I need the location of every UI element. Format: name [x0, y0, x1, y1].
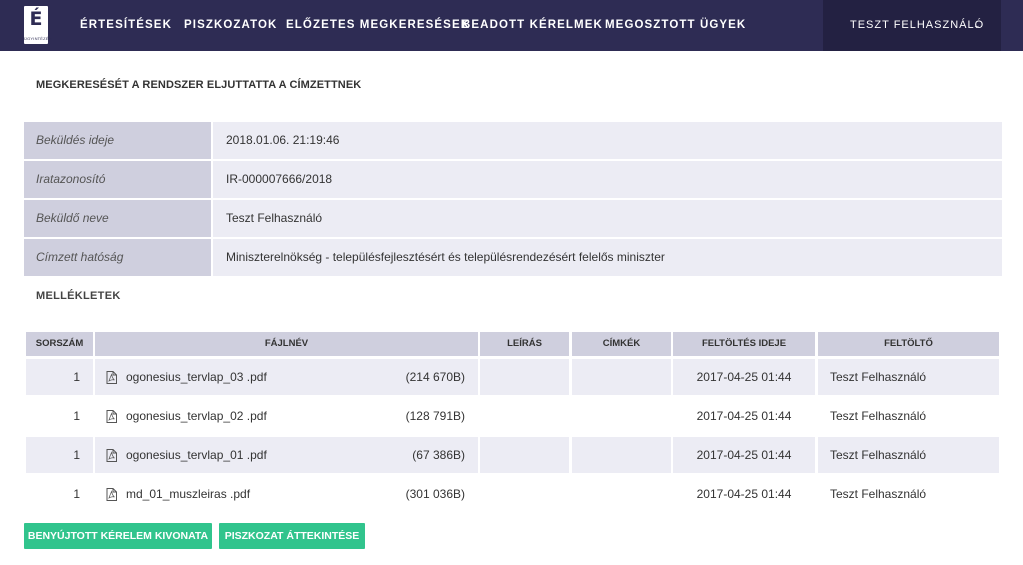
column-header-number[interactable]: Sorszám: [26, 332, 93, 356]
chevron-down-icon: ⌄: [973, 20, 982, 30]
logo-letter: É: [29, 8, 43, 30]
info-value: Teszt Felhasználó: [213, 200, 1002, 237]
info-label: Címzett hatóság: [24, 239, 211, 276]
info-row-sender-name: Beküldő neve Teszt Felhasználó: [24, 200, 1002, 237]
row-number: 1: [26, 437, 93, 473]
info-row-recipient-authority: Címzett hatóság Miniszterelnökség - tele…: [24, 239, 1002, 276]
file-size: (128 791B): [405, 409, 465, 423]
info-row-document-id: Iratazonosító IR-000007666/2018: [24, 161, 1002, 198]
nav-item-drafts[interactable]: Piszkozatok: [184, 0, 277, 51]
user-name: Teszt Felhasználó: [850, 19, 985, 31]
file-link[interactable]: ogonesius_tervlap_01 .pdf: [126, 437, 376, 473]
row-number: 1: [73, 409, 80, 423]
upload-time: 2017-04-25 01:44: [696, 409, 792, 423]
request-summary-button[interactable]: Benyújtott kérelem kivonata: [24, 523, 212, 549]
review-draft-button[interactable]: Piszkozat áttekintése: [219, 523, 365, 549]
user-menu[interactable]: Teszt Felhasználó ⌄: [823, 0, 1001, 51]
column-header-upload-time[interactable]: Feltöltés ideje: [673, 332, 815, 356]
row-number: 1: [73, 487, 80, 501]
info-value: 2018.01.06. 21:19:46: [213, 122, 1002, 159]
upload-time: 2017-04-25 01:44: [673, 437, 815, 473]
column-header-tags[interactable]: Címkék: [572, 332, 671, 356]
uploader: Teszt Felhasználó: [830, 409, 927, 423]
app-logo[interactable]: É ÜGYINTÉZÉSI: [24, 6, 53, 44]
pdf-file-icon: [106, 410, 117, 423]
info-value: IR-000007666/2018: [213, 161, 1002, 198]
tags-cell: [572, 398, 671, 434]
file-size: (214 670B): [405, 370, 465, 384]
nav-item-submitted-requests[interactable]: Beadott kérelmek: [462, 0, 603, 51]
pdf-file-icon: [106, 371, 117, 384]
info-label: Beküldés ideje: [24, 122, 211, 159]
file-link[interactable]: ogonesius_tervlap_02 .pdf: [126, 398, 376, 434]
nav-item-notifications[interactable]: Értesítések: [80, 0, 172, 51]
file-size: (67 386B): [412, 448, 465, 462]
info-label: Iratazonosító: [24, 161, 211, 198]
uploader: Teszt Felhasználó: [830, 487, 927, 501]
nav-item-shared-cases[interactable]: Megosztott ügyek: [605, 0, 746, 51]
description-cell: [480, 437, 569, 473]
file-link[interactable]: md_01_muszleiras .pdf: [126, 476, 376, 512]
upload-time: 2017-04-25 01:44: [673, 359, 815, 395]
column-header-uploader[interactable]: Feltöltő: [818, 332, 999, 356]
file-link[interactable]: ogonesius_tervlap_03 .pdf: [126, 359, 376, 395]
attachments-section-title: Mellékletek: [36, 290, 121, 302]
pdf-file-icon: [106, 449, 117, 462]
description-cell: [480, 476, 569, 512]
tags-cell: [572, 476, 671, 512]
file-size: (301 036B): [405, 487, 465, 501]
pdf-file-icon: [106, 488, 117, 501]
column-header-filename[interactable]: Fájlnév: [95, 332, 478, 356]
uploader: Teszt Felhasználó: [818, 359, 999, 395]
row-number: 1: [26, 359, 93, 395]
description-cell: [480, 359, 569, 395]
logo-subtitle: ÜGYINTÉZÉSI: [24, 36, 53, 41]
uploader: Teszt Felhasználó: [818, 437, 999, 473]
upload-time: 2017-04-25 01:44: [696, 487, 792, 501]
page-title: Megkeresését a rendszer eljuttatta a cím…: [36, 79, 362, 91]
info-value: Miniszterelnökség - településfejlesztésé…: [213, 239, 1002, 276]
top-navigation-bar: É ÜGYINTÉZÉSI Értesítések Piszkozatok El…: [0, 0, 1023, 51]
nav-item-preliminary-inquiries[interactable]: Előzetes megkeresések: [286, 0, 470, 51]
info-row-submission-time: Beküldés ideje 2018.01.06. 21:19:46: [24, 122, 1002, 159]
column-header-description[interactable]: Leírás: [480, 332, 569, 356]
info-label: Beküldő neve: [24, 200, 211, 237]
tags-cell: [572, 437, 671, 473]
description-cell: [480, 398, 569, 434]
tags-cell: [572, 359, 671, 395]
